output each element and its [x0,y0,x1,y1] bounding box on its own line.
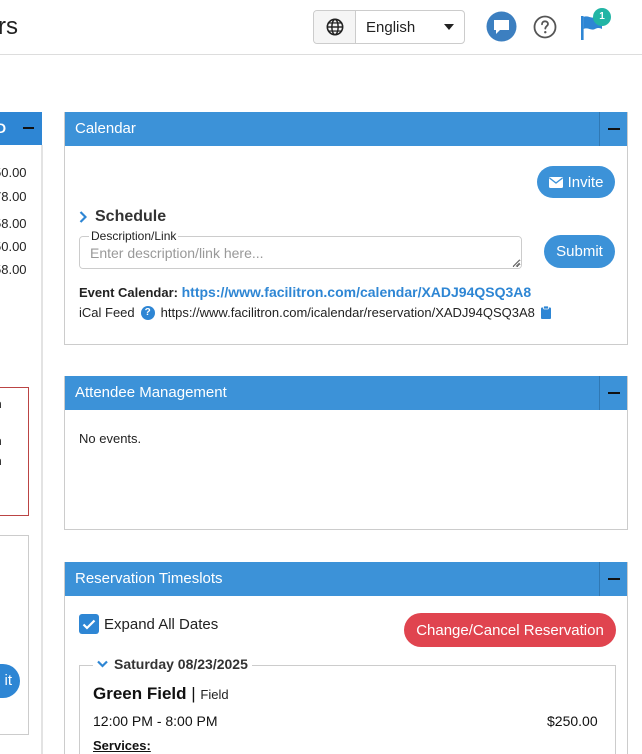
minus-icon [607,128,620,130]
calendar-panel-header: Calendar [65,112,627,146]
resize-handle-icon[interactable] [512,259,520,267]
day-group [79,665,616,754]
notice-text: n [0,397,2,411]
left-notice-box: n n n [0,387,29,516]
invite-label: Invite [567,173,604,191]
notification-badge: 1 [593,8,611,26]
facility-row: Green Field | Field [93,684,229,704]
submit-label: Submit [556,243,603,260]
calendar-title: Calendar [75,120,136,137]
notice-text: n [0,434,2,448]
ical-url: https://www.facilitron.com/icalendar/res… [160,305,535,320]
event-calendar-row: Event Calendar: https://www.facilitron.c… [79,284,531,300]
timeslots-title: Reservation Timeslots [75,570,223,587]
facility-type: Field [200,687,229,702]
amount-value: 58.00 [0,262,27,277]
amount-value: 58.00 [0,216,27,231]
timeslot-price: $250.00 [547,713,598,729]
facility-name: Green Field [93,684,187,703]
event-calendar-link[interactable]: https://www.facilitron.com/calendar/XADJ… [182,284,532,300]
checkmark-icon[interactable] [79,614,99,634]
time-range: 12:00 PM - 8:00 PM [93,713,218,729]
day-toggle[interactable]: Saturday 08/23/2025 [93,656,252,672]
chevron-right-icon [79,211,87,223]
globe-icon [314,11,356,43]
expand-all-label: Expand All Dates [104,615,219,633]
language-value: English [366,18,416,36]
collapse-timeslots-button[interactable] [599,562,627,596]
collapse-attendee-button[interactable] [599,376,627,410]
left-panel-border [41,145,43,754]
timeslots-panel-header: Reservation Timeslots [65,562,627,596]
notice-text: n [0,454,2,468]
left-lower-box [0,535,29,735]
page-title: rs [0,13,18,40]
facility-separator: | [191,684,196,703]
help-icon[interactable] [533,15,557,39]
attendee-title: Attendee Management [75,384,227,401]
amount-value: 50.00 [0,239,27,254]
attendee-panel-header: Attendee Management [65,376,627,410]
clipboard-icon[interactable] [540,306,551,319]
envelope-icon [548,176,563,188]
ical-label: iCal Feed [79,305,135,320]
calendar-panel: Calendar Invite Schedule Description/Lin… [64,112,628,345]
no-events-text: No events. [79,431,142,446]
language-selector[interactable]: English [313,10,465,44]
schedule-label: Schedule [95,208,167,225]
question-circle-icon[interactable]: ? [140,305,155,320]
amount-value: 78.00 [0,189,27,204]
amount-value: 50.00 [0,165,27,180]
invite-button[interactable]: Invite [537,166,615,198]
description-label: Description/Link [89,229,179,243]
top-header: rs English 1 [0,0,642,55]
timeslots-panel: Reservation Timeslots Expand All Dates C… [64,562,628,754]
ical-feed-row: iCal Feed ? https://www.facilitron.com/i… [79,305,551,320]
day-label: Saturday 08/23/2025 [114,656,248,672]
services-label: Services: [93,738,151,753]
chat-icon[interactable] [486,11,517,42]
schedule-toggle[interactable]: Schedule [79,208,166,226]
chevron-down-icon [97,660,108,668]
collapse-calendar-button[interactable] [599,112,627,146]
left-panel-header: D [0,112,42,145]
left-panel-title: D [0,120,7,136]
change-cancel-label: Change/Cancel Reservation [416,621,604,639]
change-cancel-reservation-button[interactable]: Change/Cancel Reservation [404,613,616,647]
submit-button[interactable]: Submit [544,235,615,268]
event-calendar-label: Event Calendar: [79,285,178,300]
minus-icon [607,392,620,394]
attendee-panel: Attendee Management No events. [64,376,628,530]
caret-down-icon [434,11,464,43]
minus-icon [607,578,620,580]
expand-all-dates-checkbox[interactable]: Expand All Dates [79,614,218,634]
collapse-icon[interactable] [23,127,34,129]
